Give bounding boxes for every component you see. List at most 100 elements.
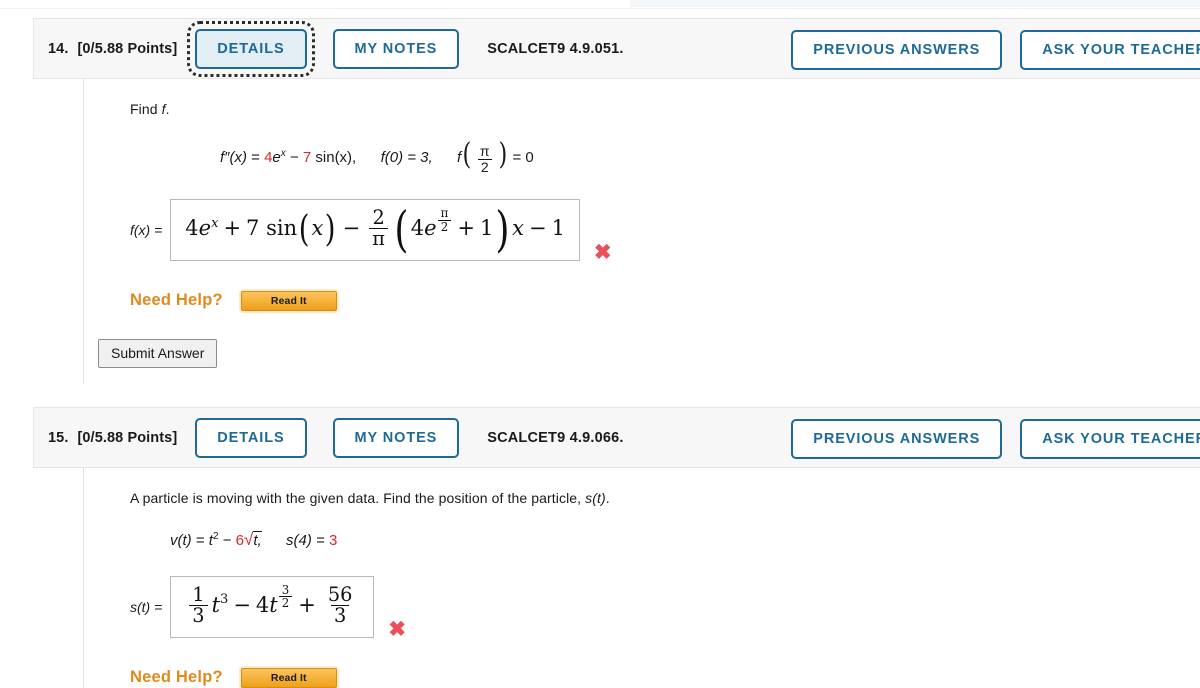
assignment-page: 14. [0/5.88 Points] DETAILS MY NOTES SCA… xyxy=(0,0,1200,688)
top-bar-sliver xyxy=(630,0,1200,7)
incorrect-mark-icon: ✖ xyxy=(388,617,407,641)
tok-t-second-exponent: 32 xyxy=(278,584,293,610)
frac-numerator: 1 xyxy=(192,583,205,606)
tok-minus: − xyxy=(233,593,251,618)
given-equation-14: f″(x) = 4ex − 7 sin(x), f(0) = 3, f(π 2) … xyxy=(220,137,534,175)
tok-plus: + xyxy=(298,593,316,618)
frac-pi-over-two: π2 xyxy=(437,206,452,233)
prompt-lead: A particle is moving with the given data… xyxy=(130,490,586,506)
question-points: [0/5.88 Points] xyxy=(77,429,178,446)
given-condition-2-equals: = 0 xyxy=(512,149,534,166)
given-equals: = xyxy=(251,149,260,166)
previous-answers-button[interactable]: PREVIOUS ANSWERS xyxy=(791,419,1003,459)
frac-fiftysix-thirds: 56 3 xyxy=(325,583,356,627)
question-number: 14. xyxy=(48,40,69,57)
tok-7sin: 7 sin xyxy=(246,216,298,241)
need-help-row-14: Need Help? Read It xyxy=(84,261,1200,311)
frac-numerator: π xyxy=(479,142,490,159)
given-radicand: t, xyxy=(253,531,262,549)
frac-denominator: 2 xyxy=(477,158,492,175)
previous-answers-button[interactable]: PREVIOUS ANSWERS xyxy=(791,30,1003,70)
given-coefficient: 6 xyxy=(235,532,244,549)
frac-numerator: π xyxy=(440,206,449,221)
given-condition-1: f(0) = 3, xyxy=(380,149,433,166)
answer-label: f(x) = xyxy=(130,221,163,238)
my-notes-button[interactable]: MY NOTES xyxy=(332,417,460,458)
answer-row-14: f(x) = 4ex + 7 sin(x) − 2 π(4 e π 2 +1) x −1 ✖ xyxy=(84,173,1200,264)
given-function: f″(x) xyxy=(220,149,247,166)
tok-plus-inner: + xyxy=(457,216,475,241)
question-block-14: 14. [0/5.88 Points] DETAILS MY NOTES SCA… xyxy=(33,18,1200,384)
question-header-actions-14: PREVIOUS ANSWERS ASK YOUR TEACHER xyxy=(791,30,1200,70)
tok-plus: + xyxy=(223,216,242,241)
frac-denominator: 3 xyxy=(330,605,350,626)
answer-input-15[interactable]: 13t3 −4 t 3 2 + 56 3 xyxy=(170,576,375,638)
tok-4-inner: 4 xyxy=(410,216,425,241)
question-body-15: A particle is moving with the given data… xyxy=(83,468,1200,688)
given-condition-value: 3 xyxy=(328,532,338,549)
frac-numerator: 3 xyxy=(281,583,290,598)
question-prompt-14: Find f. xyxy=(84,79,1200,117)
prompt-italic: s(t) xyxy=(585,490,606,506)
question-number: 15. xyxy=(48,429,69,446)
details-button[interactable]: DETAILS xyxy=(187,20,315,77)
frac-denominator: 2 xyxy=(278,596,293,610)
tok-e-inner: e xyxy=(424,216,437,241)
frac-numerator: 2 xyxy=(372,206,385,230)
tok-t-exponent: 3 xyxy=(220,592,229,608)
tok-minus: − xyxy=(342,216,361,241)
question-code: SCALCET9 4.9.051. xyxy=(487,40,624,57)
prompt-tail: . xyxy=(605,490,610,506)
top-divider xyxy=(0,8,1200,9)
tok-open-paren: ( xyxy=(298,207,310,251)
given-function: v(t) xyxy=(170,532,192,549)
frac-numerator: 56 xyxy=(327,583,353,606)
question-code: SCALCET9 4.9.066. xyxy=(487,429,624,446)
tok-e-inner-exponent: π2 xyxy=(437,207,453,233)
prompt-lead: Find xyxy=(130,101,162,117)
frac-two-over-pi: 2π xyxy=(369,206,388,250)
given-equals: = xyxy=(195,532,205,549)
tok-e: e xyxy=(198,216,212,241)
given-term-a: e xyxy=(272,149,281,166)
submit-answer-button[interactable]: Submit Answer xyxy=(98,338,218,368)
my-notes-button[interactable]: MY NOTES xyxy=(332,28,460,69)
frac-three-halves: 32 xyxy=(278,583,293,610)
tok-e-exponent: x xyxy=(211,215,219,231)
need-help-label: Need Help? xyxy=(130,291,223,310)
answer-label: s(t) = xyxy=(130,598,163,615)
given-exponent: 2 xyxy=(212,531,219,542)
given-condition-2-function: f xyxy=(457,149,462,166)
tok-x-arg: x xyxy=(311,216,324,241)
given-coef-b: 7 xyxy=(302,149,312,166)
answer-expression-15: 13t3 −4 t 3 2 + 56 3 xyxy=(185,583,359,627)
submit-row-14: Submit Answer xyxy=(84,311,1200,384)
answer-row-15: s(t) = 13t3 −4 t 3 2 + 56 3 ✖ xyxy=(84,550,1200,641)
tok-4: 4 xyxy=(255,593,270,618)
question-points: [0/5.88 Points] xyxy=(77,40,178,57)
given-minus: − xyxy=(289,149,299,166)
prompt-tail: . xyxy=(165,101,170,117)
read-it-button[interactable]: Read It xyxy=(240,290,337,311)
tok-x-outer: x xyxy=(512,216,525,241)
question-header-14: 14. [0/5.88 Points] DETAILS MY NOTES SCA… xyxy=(33,18,1200,79)
incorrect-mark-icon: ✖ xyxy=(594,240,612,264)
answer-input-14[interactable]: 4ex + 7 sin(x) − 2 π(4 e π 2 +1) x −1 xyxy=(170,199,580,261)
given-condition: s(4) = xyxy=(286,532,325,549)
frac-one-third: 13 xyxy=(189,583,208,627)
frac-denominator: π xyxy=(369,228,388,249)
question-header-actions-15: PREVIOUS ANSWERS ASK YOUR TEACHER xyxy=(791,419,1200,459)
given-condition-2-fraction: π2 xyxy=(477,144,493,174)
question-prompt-15: A particle is moving with the given data… xyxy=(84,468,1200,506)
ask-your-teacher-button[interactable]: ASK YOUR TEACHER xyxy=(1020,30,1200,70)
need-help-row-15: Need Help? Read It xyxy=(84,638,1200,688)
tok-t: t xyxy=(211,593,221,618)
details-button[interactable]: DETAILS xyxy=(195,417,307,458)
need-help-label: Need Help? xyxy=(130,668,223,687)
question-block-15: 15. [0/5.88 Points] DETAILS MY NOTES SCA… xyxy=(33,407,1200,688)
given-minus: − xyxy=(222,532,232,549)
tok-t-second: t xyxy=(269,593,278,618)
answer-expression-14: 4ex + 7 sin(x) − 2 π(4 e π 2 +1) x −1 xyxy=(185,201,565,258)
frac-denominator: 3 xyxy=(189,605,208,626)
ask-your-teacher-button[interactable]: ASK YOUR TEACHER xyxy=(1020,419,1200,459)
